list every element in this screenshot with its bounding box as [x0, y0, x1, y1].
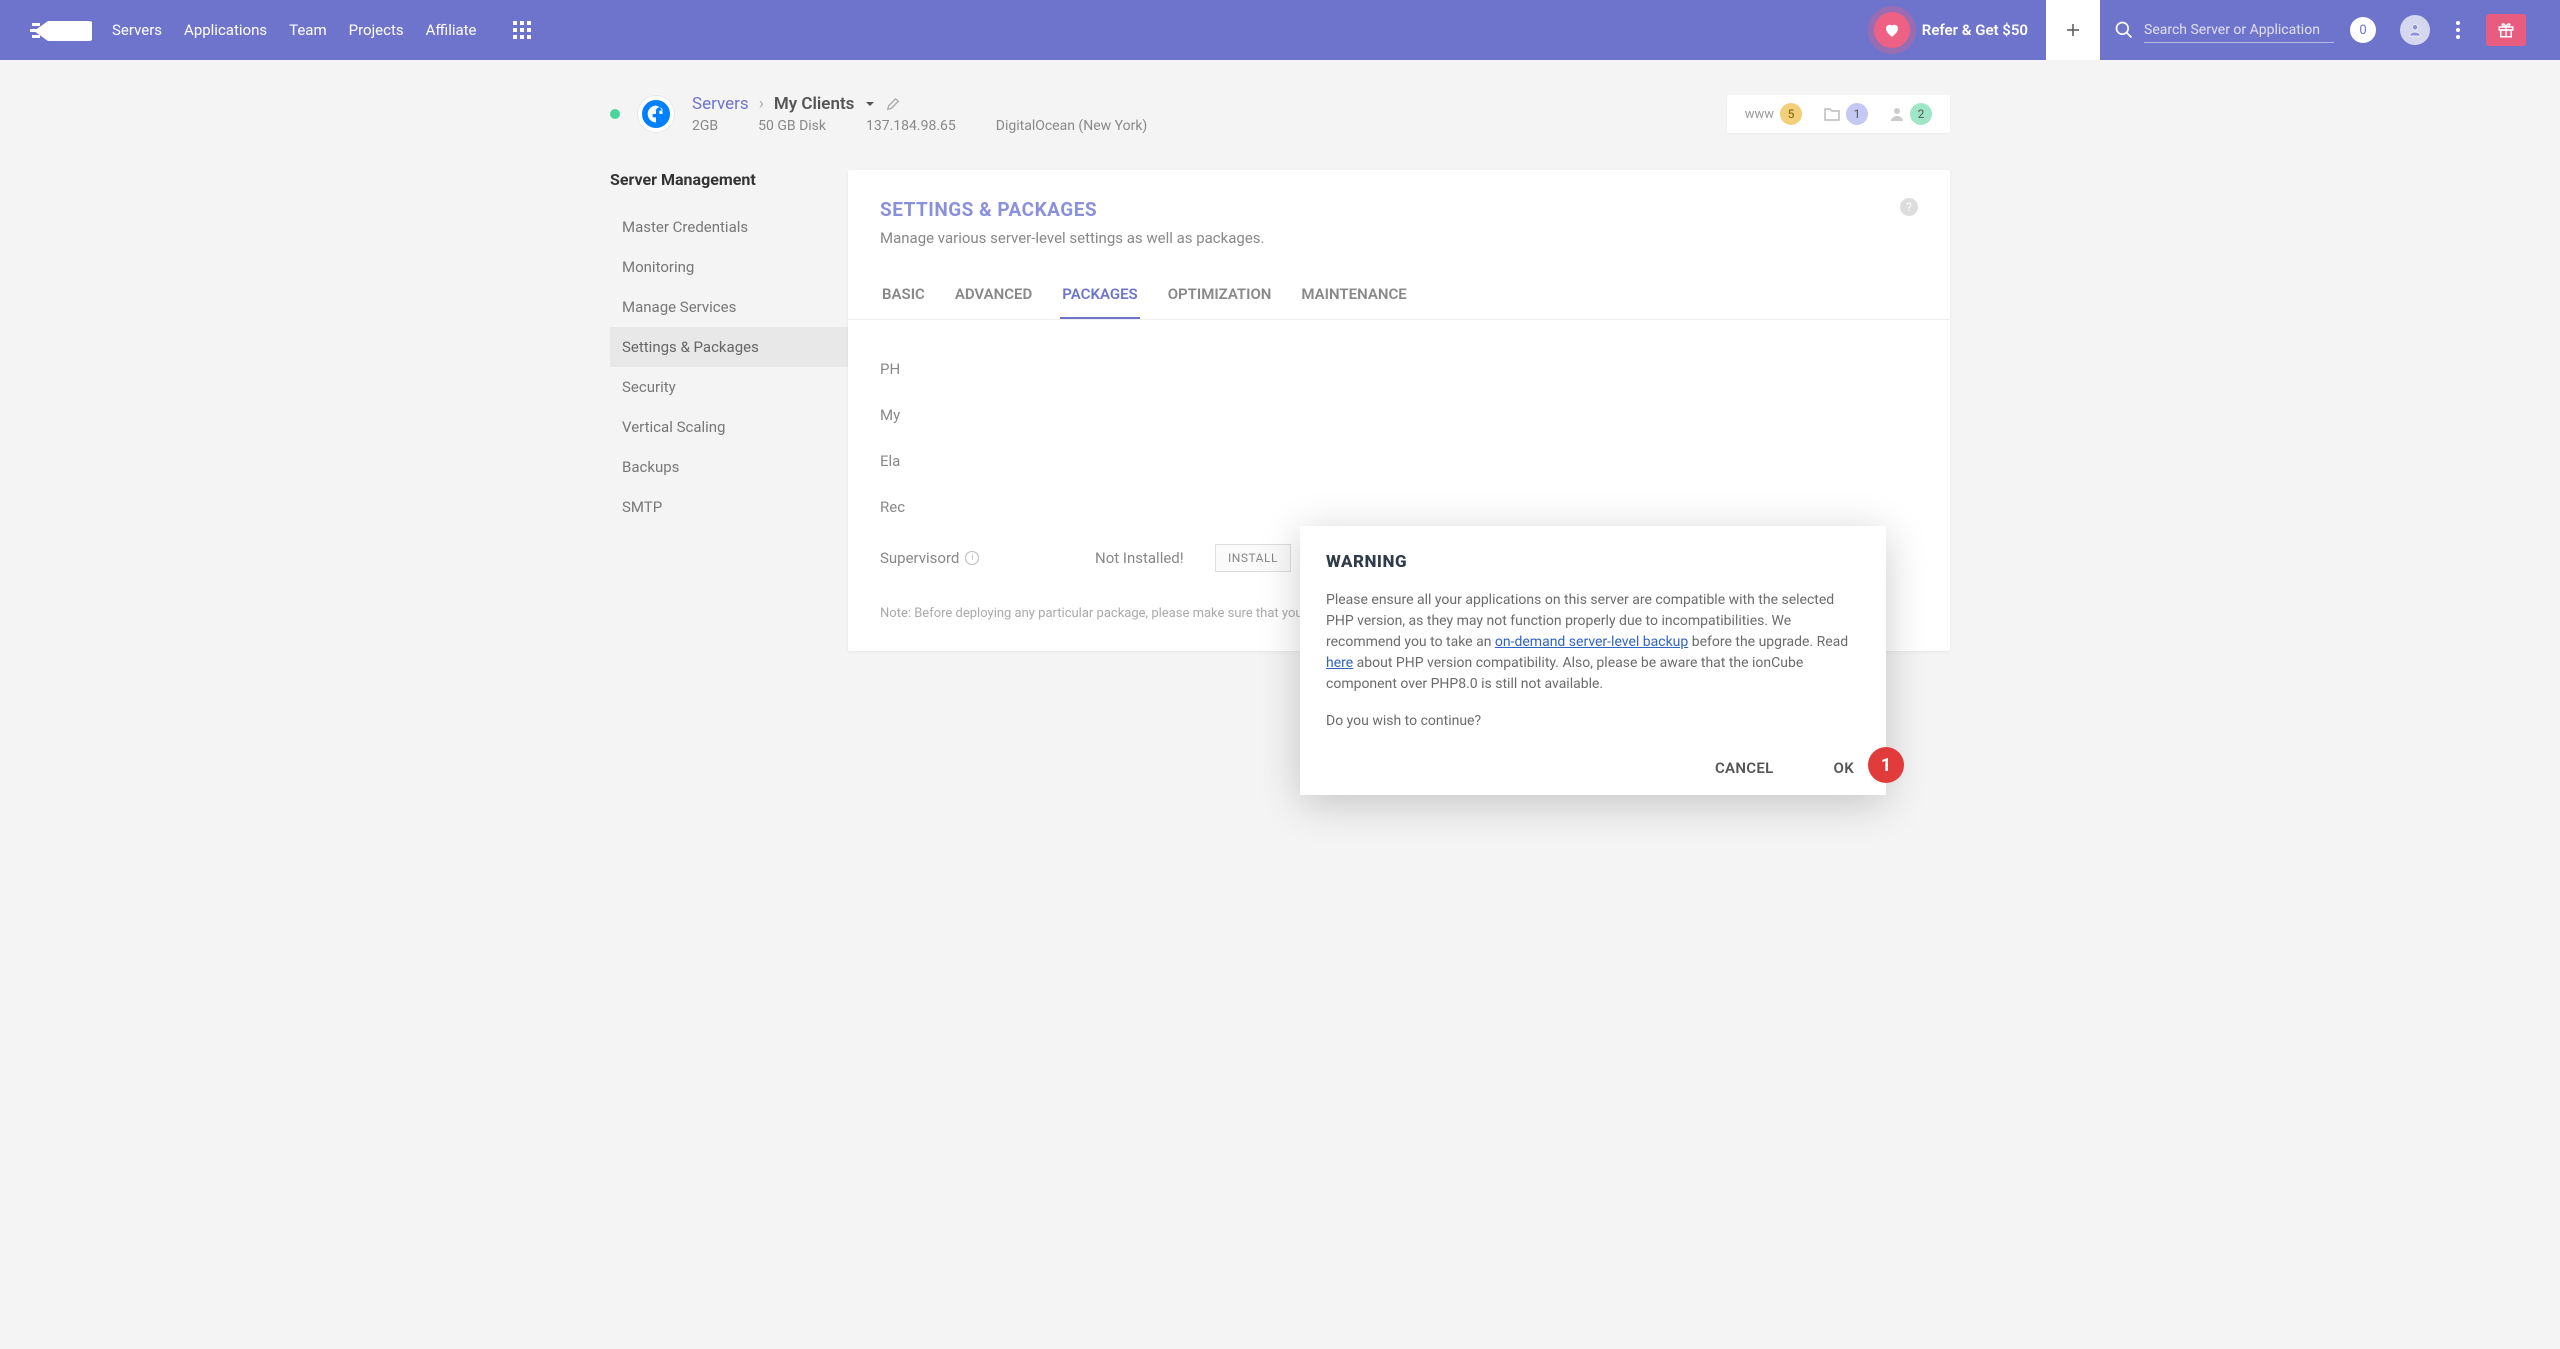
main-layout: Server Management Master CredentialsMoni…: [610, 170, 1950, 651]
notification-count[interactable]: 0: [2350, 17, 2376, 43]
modal-text-3: about PHP version compatibility. Also, p…: [1326, 655, 1803, 692]
modal-question: Do you wish to continue?: [1326, 713, 1860, 729]
tabs: BASIC ADVANCED PACKAGES OPTIMIZATION MAINTEN…: [848, 285, 1950, 320]
package-row: PH: [880, 346, 1918, 392]
nav-projects[interactable]: Projects: [349, 21, 404, 39]
package-label: Supervisordi: [880, 549, 1095, 567]
server-provider: DigitalOcean (New York): [996, 118, 1148, 134]
badge-www[interactable]: www 5: [1745, 103, 1802, 125]
more-menu-icon[interactable]: [2450, 21, 2466, 39]
panel-subtitle: Manage various server-level settings as …: [880, 229, 1264, 247]
search-area: 0: [2100, 14, 2560, 46]
sidebar-item-backups[interactable]: Backups: [610, 447, 848, 487]
modal-body: Please ensure all your applications on t…: [1326, 590, 1860, 695]
search-input[interactable]: [2144, 18, 2334, 43]
package-label: My: [880, 406, 1095, 424]
server-header: Servers › My Clients 2GB 50 GB Disk 137.…: [610, 60, 1950, 134]
package-row: Ela: [880, 438, 1918, 484]
tab-maintenance[interactable]: MAINTENANCE: [1299, 285, 1408, 319]
gift-icon[interactable]: [2486, 14, 2526, 46]
sidebar-item-smtp[interactable]: SMTP: [610, 487, 848, 527]
server-badges: www 5 1 2: [1727, 95, 1950, 133]
sidebar-item-manage-services[interactable]: Manage Services: [610, 287, 848, 327]
top-nav: Servers Applications Team Projects Affil…: [0, 0, 2560, 60]
brand-logo[interactable]: [30, 15, 92, 45]
apps-grid-icon[interactable]: [513, 21, 531, 39]
tab-packages[interactable]: PACKAGES: [1060, 285, 1139, 319]
server-name[interactable]: My Clients: [774, 94, 855, 114]
sidebar-item-security[interactable]: Security: [610, 367, 848, 407]
nav-links: Servers Applications Team Projects Affil…: [112, 21, 477, 39]
modal-link-backup[interactable]: on-demand server-level backup: [1495, 634, 1688, 650]
badge-www-label: www: [1745, 107, 1774, 122]
nav-team[interactable]: Team: [289, 21, 327, 39]
chevron-right-icon: ›: [759, 94, 764, 114]
package-row: My: [880, 392, 1918, 438]
sidebar: Server Management Master CredentialsMoni…: [610, 170, 848, 651]
help-icon[interactable]: ?: [1900, 198, 1918, 216]
badge-www-count: 5: [1780, 103, 1802, 125]
badge-projects[interactable]: 1: [1824, 103, 1868, 125]
edit-icon[interactable]: [886, 97, 900, 111]
sidebar-item-vertical-scaling[interactable]: Vertical Scaling: [610, 407, 848, 447]
package-status: Not Installed!: [1095, 549, 1215, 567]
server-status-indicator: [610, 109, 620, 119]
annotation-badge: 1: [1868, 747, 1904, 783]
server-ram: 2GB: [692, 118, 718, 134]
server-ip: 137.184.98.65: [866, 118, 956, 134]
panel-title: SETTINGS & PACKAGES: [880, 198, 1264, 221]
package-label: Rec: [880, 498, 1095, 516]
refer-label: Refer & Get $50: [1922, 21, 2028, 39]
info-icon[interactable]: i: [965, 551, 979, 565]
tab-optimization[interactable]: OPTIMIZATION: [1166, 285, 1274, 319]
user-avatar[interactable]: [2400, 15, 2430, 45]
package-label: PH: [880, 360, 1095, 378]
package-label: Ela: [880, 452, 1095, 470]
nav-applications[interactable]: Applications: [184, 21, 267, 39]
sidebar-title: Server Management: [610, 170, 848, 189]
user-icon: [1890, 107, 1904, 121]
provider-icon: [638, 96, 674, 132]
nav-servers[interactable]: Servers: [112, 21, 162, 39]
badge-users[interactable]: 2: [1890, 103, 1932, 125]
warning-modal: WARNING Please ensure all your applicati…: [1300, 526, 1886, 795]
chevron-down-icon[interactable]: [864, 98, 876, 110]
modal-ok-button[interactable]: OK: [1834, 759, 1854, 777]
heart-icon: [1874, 12, 1910, 48]
add-button[interactable]: [2046, 0, 2100, 60]
server-disk: 50 GB Disk: [758, 118, 826, 134]
modal-link-here[interactable]: here: [1326, 655, 1353, 671]
folder-icon: [1824, 107, 1840, 121]
tab-advanced[interactable]: ADVANCED: [953, 285, 1034, 319]
sidebar-item-monitoring[interactable]: Monitoring: [610, 247, 848, 287]
modal-cancel-button[interactable]: CANCEL: [1715, 759, 1774, 777]
badge-users-count: 2: [1910, 103, 1932, 125]
install-button[interactable]: INSTALL: [1215, 544, 1291, 572]
sidebar-item-master-credentials[interactable]: Master Credentials: [610, 207, 848, 247]
tab-basic[interactable]: BASIC: [880, 285, 927, 319]
search-icon[interactable]: [2114, 20, 2134, 40]
settings-panel: SETTINGS & PACKAGES Manage various serve…: [848, 170, 1950, 651]
modal-text-2: before the upgrade. Read: [1688, 634, 1848, 650]
refer-button[interactable]: Refer & Get $50: [1856, 12, 2046, 48]
package-row: Rec: [880, 484, 1918, 530]
breadcrumb-servers[interactable]: Servers: [692, 94, 749, 114]
sidebar-item-settings-packages[interactable]: Settings & Packages: [610, 327, 848, 367]
nav-affiliate[interactable]: Affiliate: [426, 21, 477, 39]
badge-projects-count: 1: [1846, 103, 1868, 125]
modal-title: WARNING: [1326, 552, 1860, 572]
